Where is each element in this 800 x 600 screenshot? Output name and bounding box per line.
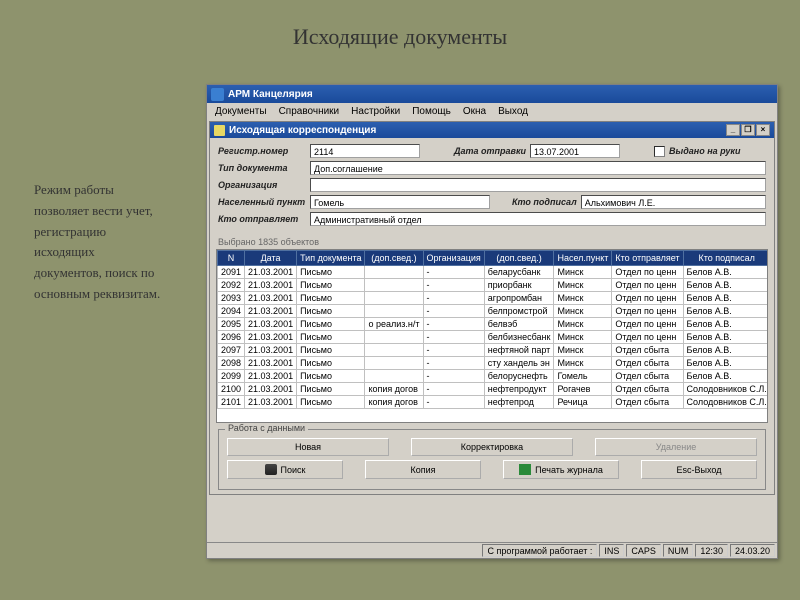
app-window: АРМ Канцелярия Документы Справочники Нас… bbox=[206, 84, 778, 559]
column-header[interactable]: Насел.пункт bbox=[554, 251, 612, 266]
child-window: Исходящая корреспонденция _ ❐ × Регистр.… bbox=[209, 121, 775, 495]
excel-icon bbox=[519, 464, 531, 475]
minimize-button[interactable]: _ bbox=[726, 124, 740, 136]
send-date-label: Дата отправки bbox=[454, 146, 526, 156]
table-row[interactable]: 209321.03.2001Письмо-агропромбанМинскОтд… bbox=[218, 292, 769, 305]
column-header[interactable]: Кто подписал bbox=[683, 251, 768, 266]
binoculars-icon bbox=[265, 464, 277, 475]
table-row[interactable]: 209921.03.2001Письмо-белоруснефтьГомельО… bbox=[218, 370, 769, 383]
exit-button[interactable]: Esc-Выход bbox=[641, 460, 757, 479]
table-row[interactable]: 209221.03.2001Письмо-приорбанкМинскОтдел… bbox=[218, 279, 769, 292]
app-titlebar: АРМ Канцелярия bbox=[207, 85, 777, 103]
signed-input[interactable]: Альхимович Л.Е. bbox=[581, 195, 766, 209]
menu-documents[interactable]: Документы bbox=[209, 106, 273, 117]
delete-button[interactable]: Удаление bbox=[595, 438, 757, 456]
table-row[interactable]: 209721.03.2001Письмо-нефтяной партМинскО… bbox=[218, 344, 769, 357]
edit-button[interactable]: Корректировка bbox=[411, 438, 573, 456]
slide-description: Режим работы позволяет вести учет, регис… bbox=[34, 180, 164, 305]
status-date: 24.03.20 bbox=[730, 544, 775, 557]
signed-label: Кто подписал bbox=[512, 197, 577, 207]
column-header[interactable]: Кто отправляет bbox=[612, 251, 683, 266]
column-header[interactable]: (доп.свед.) bbox=[365, 251, 423, 266]
handed-out-checkbox[interactable] bbox=[654, 146, 665, 157]
table-row[interactable]: 209521.03.2001Письмоо реализ.н/т-белвэбМ… bbox=[218, 318, 769, 331]
org-input[interactable] bbox=[310, 178, 766, 192]
status-user-label: С программой работает : bbox=[482, 544, 597, 557]
restore-button[interactable]: ❐ bbox=[741, 124, 755, 136]
new-button[interactable]: Новая bbox=[227, 438, 389, 456]
handed-out-label: Выдано на руки bbox=[669, 146, 740, 156]
column-header[interactable]: N bbox=[218, 251, 245, 266]
menu-references[interactable]: Справочники bbox=[273, 106, 346, 117]
menu-help[interactable]: Помощь bbox=[406, 106, 457, 117]
send-date-input[interactable]: 13.07.2001 bbox=[530, 144, 620, 158]
actions-legend: Работа с данными bbox=[225, 423, 308, 433]
reg-number-input[interactable]: 2114 bbox=[310, 144, 420, 158]
close-button[interactable]: × bbox=[756, 124, 770, 136]
search-button[interactable]: Поиск bbox=[227, 460, 343, 479]
column-header[interactable]: Организация bbox=[423, 251, 484, 266]
data-grid[interactable]: NДатаТип документа(доп.свед.)Организация… bbox=[216, 249, 768, 423]
table-row[interactable]: 209421.03.2001Письмо-белпромстройМинскОт… bbox=[218, 305, 769, 318]
menu-exit[interactable]: Выход bbox=[492, 106, 534, 117]
slide-title: Исходящие документы bbox=[0, 24, 800, 50]
selection-count: Выбрано 1835 объектов bbox=[218, 237, 774, 247]
locality-input[interactable]: Гомель bbox=[310, 195, 490, 209]
child-window-icon bbox=[214, 125, 225, 136]
actions-panel: Работа с данными Новая Корректировка Уда… bbox=[218, 429, 766, 490]
app-icon bbox=[211, 88, 224, 101]
table-row[interactable]: 209621.03.2001Письмо-белбизнесбанкМинскО… bbox=[218, 331, 769, 344]
menubar: Документы Справочники Настройки Помощь О… bbox=[207, 103, 777, 119]
table-row[interactable]: 209121.03.2001Письмо-беларусбанкМинскОтд… bbox=[218, 266, 769, 279]
column-header[interactable]: (доп.свед.) bbox=[484, 251, 554, 266]
child-titlebar: Исходящая корреспонденция _ ❐ × bbox=[210, 122, 774, 138]
sender-input[interactable]: Административный отдел bbox=[310, 212, 766, 226]
menu-windows[interactable]: Окна bbox=[457, 106, 492, 117]
child-title: Исходящая корреспонденция bbox=[229, 125, 376, 136]
status-num: NUM bbox=[663, 544, 694, 557]
status-time: 12:30 bbox=[695, 544, 728, 557]
app-title: АРМ Канцелярия bbox=[228, 89, 313, 100]
column-header[interactable]: Тип документа bbox=[297, 251, 365, 266]
org-label: Организация bbox=[218, 180, 306, 190]
doctype-input[interactable]: Доп.соглашение bbox=[310, 161, 766, 175]
print-button[interactable]: Печать журнала bbox=[503, 460, 619, 479]
column-header[interactable]: Дата bbox=[245, 251, 297, 266]
table-row[interactable]: 210021.03.2001Письмокопия догов-нефтепро… bbox=[218, 383, 769, 396]
status-ins: INS bbox=[599, 544, 624, 557]
doctype-label: Тип документа bbox=[218, 163, 306, 173]
menu-settings[interactable]: Настройки bbox=[345, 106, 406, 117]
table-row[interactable]: 210121.03.2001Письмокопия догов-нефтепро… bbox=[218, 396, 769, 409]
locality-label: Населенный пункт bbox=[218, 197, 306, 207]
reg-number-label: Регистр.номер bbox=[218, 146, 306, 156]
copy-button[interactable]: Копия bbox=[365, 460, 481, 479]
status-caps: CAPS bbox=[626, 544, 661, 557]
table-row[interactable]: 209821.03.2001Письмо-сту хандель энМинск… bbox=[218, 357, 769, 370]
sender-label: Кто отправляет bbox=[218, 214, 306, 224]
statusbar: С программой работает : INS CAPS NUM 12:… bbox=[207, 542, 777, 558]
